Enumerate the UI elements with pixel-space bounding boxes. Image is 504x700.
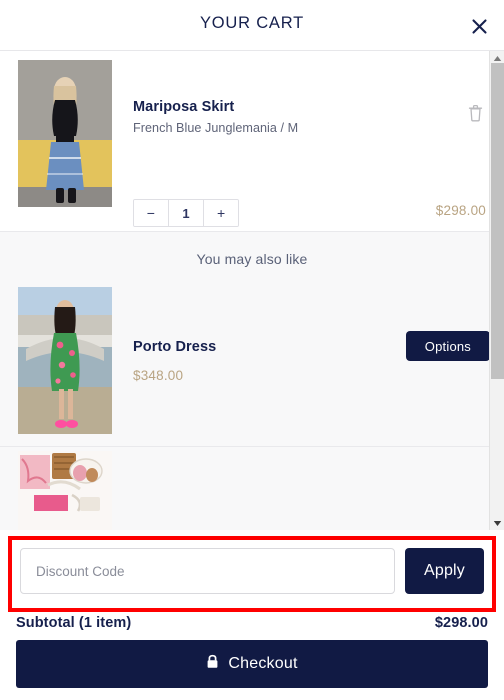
subtotal-value: $298.00	[434, 615, 488, 631]
discount-highlight-box: Apply	[8, 536, 496, 612]
recommendations-title: You may also like	[196, 251, 308, 267]
cart-footer: Apply Subtotal (1 item) $298.00 Checkout	[0, 530, 504, 700]
recommendations-section: You may also like Porto Dress $348.00 Op…	[0, 232, 504, 530]
product-variant: French Blue Junglemania / M	[133, 121, 299, 135]
product-price: $298.00	[435, 203, 486, 218]
quantity-decrement-button[interactable]: −	[134, 200, 168, 226]
quantity-input[interactable]: 1	[167, 200, 205, 226]
lock-icon	[206, 654, 219, 674]
discount-code-input[interactable]	[20, 548, 395, 594]
vertical-scrollbar[interactable]	[489, 51, 504, 530]
apply-discount-button[interactable]: Apply	[405, 548, 484, 594]
options-button[interactable]: Options	[405, 331, 490, 361]
discount-row: Apply	[20, 548, 484, 594]
recommendation-title[interactable]: Porto Dress	[133, 339, 216, 355]
cart-scroll-area: Mariposa Skirt French Blue Junglemania /…	[0, 51, 504, 530]
close-icon[interactable]	[464, 11, 494, 41]
recommendation-item	[0, 447, 504, 530]
page-title: YOUR CART	[199, 14, 305, 32]
checkout-label: Checkout	[228, 655, 298, 672]
recommendation-info: Porto Dress $348.00	[133, 339, 216, 383]
cart-line-item: Mariposa Skirt French Blue Junglemania /…	[0, 51, 504, 232]
product-info: Mariposa Skirt French Blue Junglemania /…	[133, 99, 433, 135]
recommendation-image[interactable]	[18, 287, 112, 434]
recommendation-image[interactable]	[18, 451, 112, 530]
cart-drawer: YOUR CART Mariposa Skirt French Blue Jun…	[0, 0, 504, 700]
recommendation-price: $348.00	[133, 368, 184, 383]
caret-down-icon[interactable]	[490, 516, 504, 530]
trash-icon[interactable]	[464, 101, 486, 125]
subtotal-row: Subtotal (1 item) $298.00	[16, 615, 488, 631]
quantity-increment-button[interactable]: +	[204, 200, 238, 226]
product-title[interactable]: Mariposa Skirt	[133, 99, 433, 115]
product-image[interactable]	[18, 60, 112, 207]
cart-header: YOUR CART	[0, 0, 504, 51]
checkout-button[interactable]: Checkout	[16, 640, 488, 688]
quantity-stepper[interactable]: − 1 +	[133, 199, 239, 227]
subtotal-label: Subtotal (1 item)	[16, 615, 132, 631]
recommendation-item: Porto Dress $348.00 Options	[0, 283, 504, 447]
scrollbar-thumb[interactable]	[491, 63, 504, 379]
